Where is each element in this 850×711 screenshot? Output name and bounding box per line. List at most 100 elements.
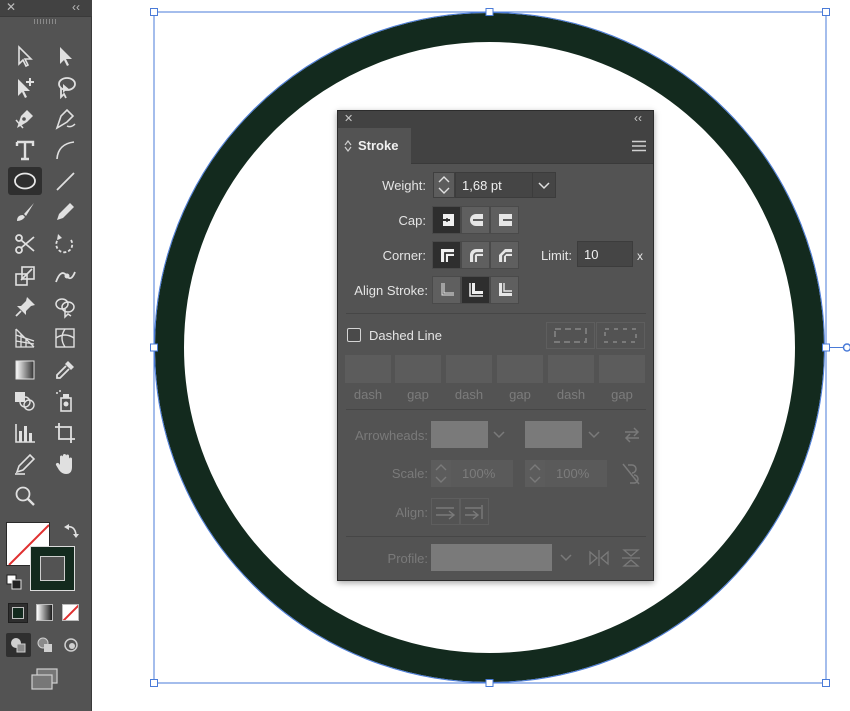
align-dash-button[interactable] bbox=[596, 322, 645, 349]
color-mode-button[interactable] bbox=[8, 603, 28, 623]
pie-widget-handle[interactable] bbox=[842, 343, 850, 352]
perspective-grid-tool-icon[interactable] bbox=[10, 324, 40, 352]
tools-panel: ✕ ‹‹ bbox=[0, 0, 92, 711]
scale-start-value: 100% bbox=[462, 466, 496, 481]
close-icon[interactable]: ✕ bbox=[6, 0, 16, 16]
align-center-button[interactable] bbox=[432, 276, 461, 304]
slice-tool-icon[interactable] bbox=[10, 450, 40, 478]
screen-mode-icon[interactable] bbox=[30, 667, 60, 691]
artboard-tool-icon[interactable] bbox=[50, 419, 80, 447]
selection-tool-icon[interactable] bbox=[10, 42, 40, 70]
none-mode-button[interactable] bbox=[62, 604, 79, 621]
close-icon[interactable]: ✕ bbox=[344, 112, 353, 125]
paintbrush-tool-icon[interactable] bbox=[10, 198, 40, 226]
pen-tool-icon[interactable] bbox=[10, 104, 40, 132]
pencil-tool-icon[interactable] bbox=[50, 198, 80, 226]
chevron-down-icon[interactable] bbox=[584, 421, 604, 448]
weight-stepper[interactable] bbox=[433, 172, 455, 198]
link-scale-icon[interactable] bbox=[621, 462, 641, 486]
dash-input-2[interactable] bbox=[446, 355, 492, 383]
drag-grip[interactable] bbox=[34, 19, 56, 24]
dashed-line-label: Dashed Line bbox=[369, 328, 442, 343]
weight-input[interactable]: 1,68 pt bbox=[455, 172, 533, 198]
puppet-warp-tool-icon[interactable] bbox=[50, 262, 80, 290]
chevron-down-icon[interactable] bbox=[489, 421, 509, 448]
add-anchor-point-icon[interactable] bbox=[10, 73, 40, 101]
symbol-sprayer-tool-icon[interactable] bbox=[50, 387, 80, 415]
align-inside-button[interactable] bbox=[461, 276, 490, 304]
weight-value: 1,68 pt bbox=[462, 178, 502, 193]
start-arrowhead-select[interactable] bbox=[431, 421, 488, 448]
chevron-down-icon[interactable] bbox=[556, 544, 576, 571]
lasso-tool-icon[interactable] bbox=[50, 73, 80, 101]
gradient-tool-icon[interactable] bbox=[10, 356, 40, 384]
collapse-icon[interactable]: ‹‹ bbox=[72, 0, 80, 16]
scissors-tool-icon[interactable] bbox=[10, 230, 40, 258]
arc-tool-icon[interactable] bbox=[50, 136, 80, 164]
draw-behind-button[interactable] bbox=[33, 633, 58, 657]
arrow-tip-beyond-button[interactable] bbox=[431, 498, 460, 525]
stroke-panel: ✕ ‹‹ Stroke Weight: 1,68 pt Cap: Corner:… bbox=[337, 110, 654, 581]
cap-label: Cap: bbox=[398, 213, 426, 228]
tab-expand-icon[interactable] bbox=[344, 140, 352, 152]
gap-input-2[interactable] bbox=[497, 355, 543, 383]
scale-end-stepper[interactable] bbox=[525, 460, 545, 487]
type-tool-icon[interactable] bbox=[10, 136, 40, 164]
curvature-tool-icon[interactable] bbox=[50, 104, 80, 132]
hamburger-icon[interactable] bbox=[632, 140, 646, 152]
dash-input-3[interactable] bbox=[548, 355, 594, 383]
scale-end-input[interactable]: 100% bbox=[545, 460, 607, 487]
hand-tool-icon[interactable] bbox=[50, 450, 80, 478]
weight-dropdown[interactable] bbox=[532, 172, 556, 198]
arrow-tip-at-end-button[interactable] bbox=[460, 498, 489, 525]
limit-input[interactable]: 10 bbox=[577, 241, 633, 267]
swap-fill-stroke-icon[interactable] bbox=[63, 521, 81, 539]
gradient-mode-button[interactable] bbox=[36, 604, 53, 621]
miter-join-button[interactable] bbox=[432, 241, 461, 269]
dashed-line-checkbox[interactable] bbox=[347, 328, 361, 342]
round-join-button[interactable] bbox=[461, 241, 490, 269]
gap-label-1: gap bbox=[407, 387, 429, 402]
ellipse-tool-icon[interactable] bbox=[8, 167, 42, 195]
gap-input-1[interactable] bbox=[395, 355, 441, 383]
eyedropper-tool-icon[interactable] bbox=[50, 356, 80, 384]
scale-tool-icon[interactable] bbox=[10, 262, 40, 290]
swap-arrowheads-icon[interactable] bbox=[622, 425, 642, 445]
gap-input-3[interactable] bbox=[599, 355, 645, 383]
scale-start-input[interactable]: 100% bbox=[451, 460, 513, 487]
rotate-tool-icon[interactable] bbox=[50, 230, 80, 258]
draw-inside-button[interactable] bbox=[59, 633, 84, 657]
profile-select[interactable] bbox=[431, 544, 552, 571]
preserve-dash-button[interactable] bbox=[546, 322, 595, 349]
mesh-tool-icon[interactable] bbox=[50, 324, 80, 352]
line-tool-icon[interactable] bbox=[50, 167, 80, 195]
bevel-join-button[interactable] bbox=[490, 241, 519, 269]
pin-tool-icon[interactable] bbox=[10, 293, 40, 321]
align-stroke-label: Align Stroke: bbox=[354, 283, 428, 298]
tab-stroke[interactable]: Stroke bbox=[338, 128, 411, 164]
limit-unit: x bbox=[637, 249, 643, 263]
flip-along-icon[interactable] bbox=[588, 548, 610, 568]
flip-across-icon[interactable] bbox=[620, 548, 642, 568]
shape-builder-tool-icon[interactable] bbox=[50, 293, 80, 321]
column-graph-tool-icon[interactable] bbox=[10, 419, 40, 447]
projecting-cap-button[interactable] bbox=[490, 206, 519, 234]
butt-cap-button[interactable] bbox=[432, 206, 461, 234]
round-cap-button[interactable] bbox=[461, 206, 490, 234]
collapse-icon[interactable]: ‹‹ bbox=[634, 111, 642, 125]
stroke-swatch[interactable] bbox=[30, 546, 75, 591]
draw-normal-button[interactable] bbox=[6, 633, 31, 657]
align-outside-button[interactable] bbox=[490, 276, 519, 304]
separator bbox=[346, 536, 646, 537]
limit-value: 10 bbox=[584, 247, 599, 262]
panel-titlebar[interactable]: ✕ ‹‹ bbox=[338, 111, 653, 128]
direct-selection-tool-icon[interactable] bbox=[50, 42, 80, 70]
gap-label-3: gap bbox=[611, 387, 633, 402]
dash-input-1[interactable] bbox=[345, 355, 391, 383]
blend-tool-icon[interactable] bbox=[10, 387, 40, 415]
end-arrowhead-select[interactable] bbox=[525, 421, 582, 448]
scale-start-stepper[interactable] bbox=[431, 460, 451, 487]
scale-end-value: 100% bbox=[556, 466, 590, 481]
zoom-tool-icon[interactable] bbox=[10, 482, 40, 510]
default-fill-stroke-icon[interactable] bbox=[6, 574, 22, 590]
